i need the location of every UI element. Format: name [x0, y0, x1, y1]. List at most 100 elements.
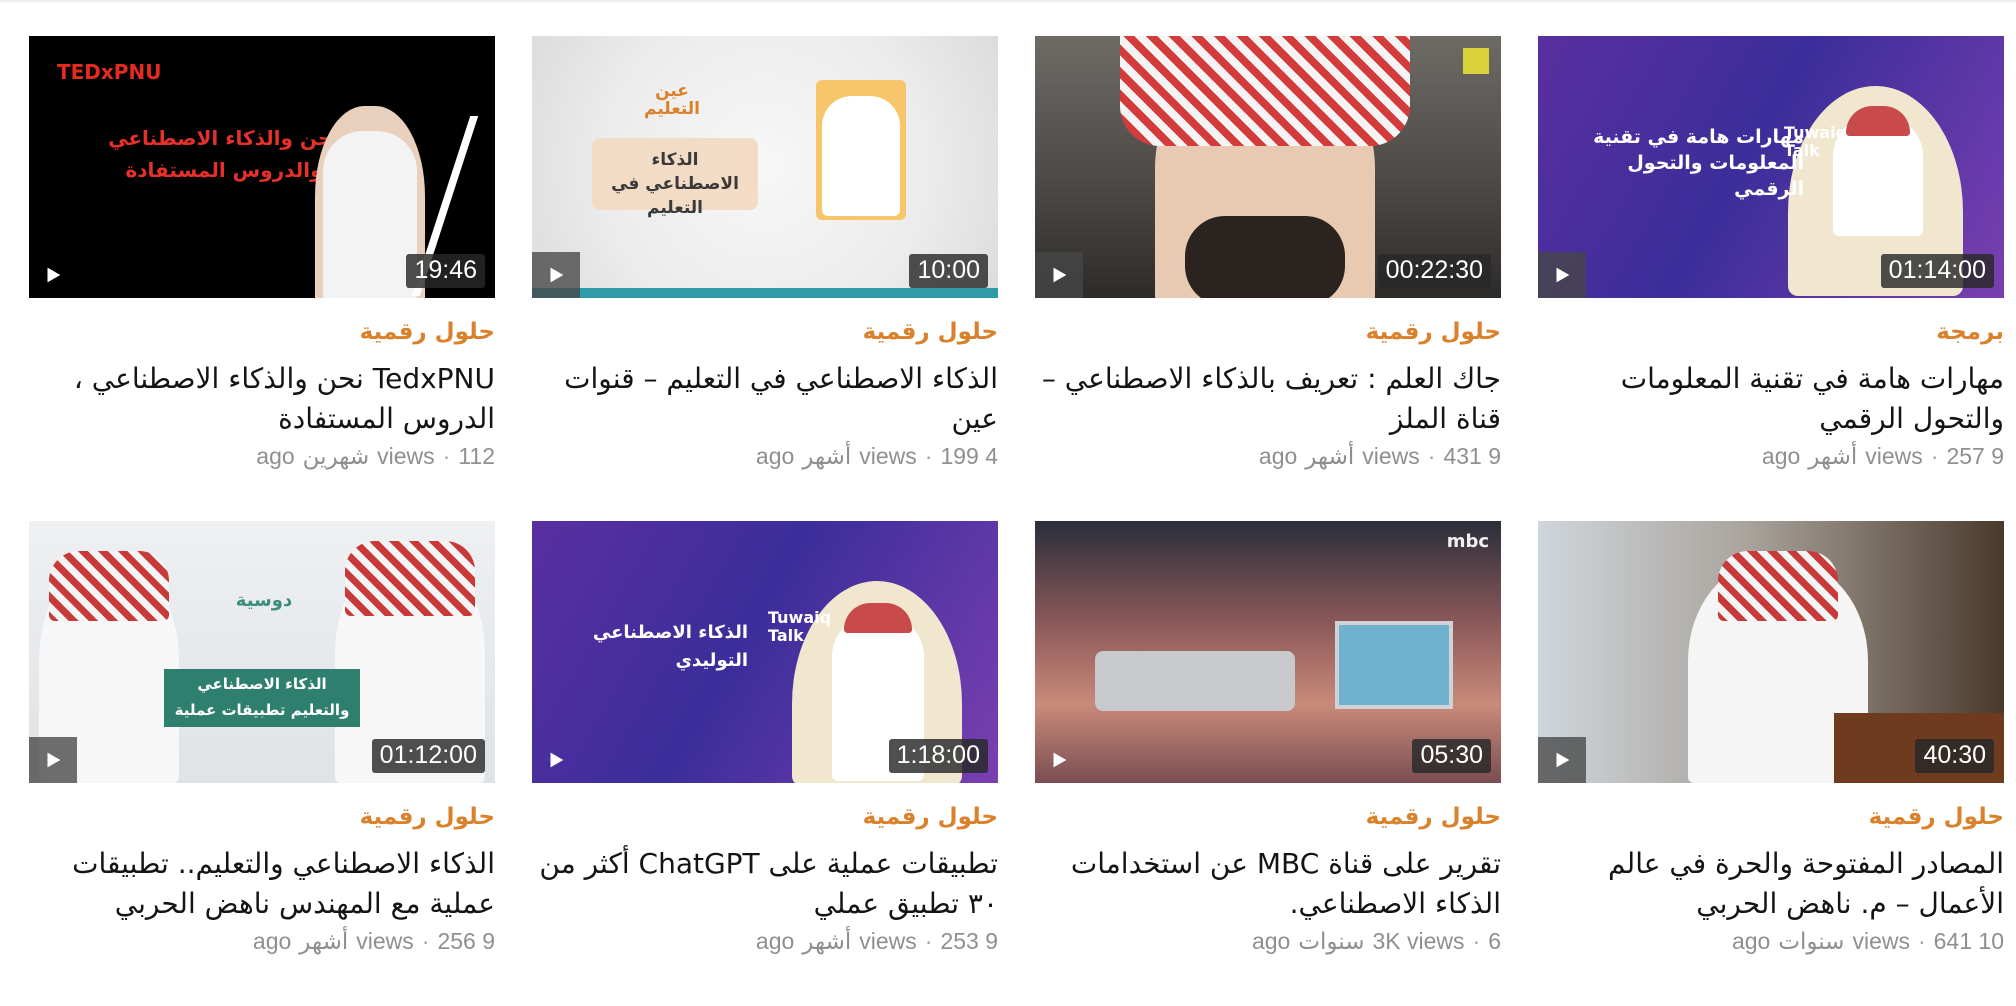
video-thumbnail[interactable]: 00:22:30	[1035, 36, 1501, 298]
video-card[interactable]: 40:30 حلول رقمية المصادر المفتوحة والحرة…	[1538, 521, 2004, 1006]
play-icon	[47, 752, 61, 768]
category-link[interactable]: حلول رقمية	[29, 319, 495, 353]
views-label: views	[859, 928, 917, 954]
video-meta: 9 431 · views أشهر ago	[1035, 443, 1501, 470]
view-count: 9 256	[437, 928, 495, 954]
ago-label: ago	[1251, 928, 1291, 954]
view-count: 9 431	[1443, 443, 1501, 469]
ago-label: ago	[252, 928, 292, 954]
studio-screen	[1335, 621, 1453, 709]
duration-badge: 01:14:00	[1880, 254, 1994, 288]
bottom-strip	[532, 288, 998, 298]
views-label: views	[859, 443, 917, 469]
play-button[interactable]	[1035, 252, 1083, 298]
play-icon	[1556, 752, 1570, 768]
video-thumbnail[interactable]: الذكاء الاصطناعي التوليدي Tuwaiq Talk 1:…	[532, 521, 998, 783]
video-card[interactable]: مهارات هامة في تقنية المعلومات والتحول ا…	[1538, 36, 2004, 521]
play-icon	[1556, 267, 1570, 283]
meta-separator: ·	[1472, 928, 1481, 954]
category-link[interactable]: حلول رقمية	[1538, 804, 2004, 838]
video-title[interactable]: مهارات هامة في تقنية المعلومات والتحول ا…	[1538, 359, 2004, 439]
thumb-headline: الذكاء الاصطناعي والتعليم تطبيقات عملية	[174, 675, 350, 719]
views-label: 3K views	[1372, 928, 1465, 954]
video-title[interactable]: تطبيقات عملية على ChatGPT أكثر من ٣٠ تطب…	[532, 844, 998, 924]
video-meta: 9 253 · views أشهر ago	[532, 928, 998, 955]
category-link[interactable]: برمجة	[1538, 319, 2004, 353]
play-button[interactable]	[29, 252, 77, 298]
play-icon	[1053, 752, 1067, 768]
view-count: 112	[458, 443, 495, 469]
duration-badge: 00:22:30	[1377, 254, 1491, 288]
video-thumbnail[interactable]: 40:30	[1538, 521, 2004, 783]
speaker-headwear	[1120, 36, 1410, 146]
video-card[interactable]: 00:22:30 حلول رقمية جاك العلم : تعريف با…	[1035, 36, 1501, 521]
video-meta: 9 256 · views أشهر ago	[29, 928, 495, 955]
age-label: أشهر	[802, 443, 852, 469]
views-label: views	[377, 443, 435, 469]
thumb-brand: Tuwaiq Talk	[768, 608, 832, 645]
age-label: أشهر	[1305, 443, 1355, 469]
view-count: 6	[1488, 928, 1501, 954]
category-link[interactable]: حلول رقمية	[532, 804, 998, 838]
speaker-beard	[1185, 216, 1345, 298]
video-title[interactable]: جاك العلم : تعريف بالذكاء الاصطناعي – قن…	[1035, 359, 1501, 439]
thumb-brand: TEDxPNU	[57, 60, 162, 84]
view-count: 10 641	[1933, 928, 2004, 954]
duration-badge: 01:12:00	[371, 739, 485, 773]
play-button[interactable]	[532, 737, 580, 783]
video-title[interactable]: الذكاء الاصطناعي والتعليم.. تطبيقات عملي…	[29, 844, 495, 924]
video-thumbnail[interactable]: mbc 05:30	[1035, 521, 1501, 783]
video-thumbnail[interactable]: الذكاء الاصطناعي والتعليم تطبيقات عملية …	[29, 521, 495, 783]
category-link[interactable]: حلول رقمية	[1035, 804, 1501, 838]
play-icon	[47, 267, 61, 283]
video-thumbnail[interactable]: TEDxPNU نحن والذكاء الاصطناعي والدروس ال…	[29, 36, 495, 298]
meta-separator: ·	[1427, 443, 1436, 469]
speaker-left-headwear	[49, 551, 169, 621]
thumb-headline: الذكاء الاصطناعي التوليدي	[592, 622, 748, 671]
video-meta: 112 · views شهرين ago	[29, 443, 495, 470]
video-card[interactable]: TEDxPNU نحن والذكاء الاصطناعي والدروس ال…	[29, 36, 495, 521]
thumb-brand: دوسية	[235, 590, 293, 611]
video-card[interactable]: الذكاء الاصطناعي والتعليم تطبيقات عملية …	[29, 521, 495, 1006]
duration-badge: 05:30	[1412, 739, 1491, 773]
duration-badge: 1:18:00	[888, 739, 988, 773]
video-meta: 4 199 · views أشهر ago	[532, 443, 998, 470]
video-grid: مهارات هامة في تقنية المعلومات والتحول ا…	[29, 36, 2004, 1006]
duration-badge: 10:00	[909, 254, 988, 288]
age-label: شهرين	[302, 443, 370, 469]
play-button[interactable]	[29, 737, 77, 783]
play-button[interactable]	[1538, 737, 1586, 783]
category-link[interactable]: حلول رقمية	[29, 804, 495, 838]
studio-desk	[1095, 651, 1295, 711]
video-title[interactable]: TedxPNU نحن والذكاء الاصطناعي ، الدروس ا…	[29, 359, 495, 439]
video-card[interactable]: الذكاء الاصطناعي في التعليم عين التعليم …	[532, 36, 998, 521]
play-button[interactable]	[1035, 737, 1083, 783]
view-count: 9 257	[1946, 443, 2004, 469]
views-label: views	[1362, 443, 1420, 469]
video-card[interactable]: الذكاء الاصطناعي التوليدي Tuwaiq Talk 1:…	[532, 521, 998, 1006]
category-link[interactable]: حلول رقمية	[532, 319, 998, 353]
view-count: 4 199	[940, 443, 998, 469]
play-button[interactable]	[532, 252, 580, 298]
play-button[interactable]	[1538, 252, 1586, 298]
video-title[interactable]: الذكاء الاصطناعي في التعليم – قنوات عين	[532, 359, 998, 439]
meta-separator: ·	[924, 928, 933, 954]
duration-badge: 40:30	[1915, 739, 1994, 773]
video-meta: 9 257 · views أشهر ago	[1538, 443, 2004, 470]
video-thumbnail[interactable]: مهارات هامة في تقنية المعلومات والتحول ا…	[1538, 36, 2004, 298]
thumb-headline: الذكاء الاصطناعي في التعليم	[611, 150, 739, 218]
age-label: أشهر	[299, 928, 349, 954]
ago-label: ago	[1761, 443, 1801, 469]
video-card[interactable]: mbc 05:30 حلول رقمية تقرير على قناة MBC …	[1035, 521, 1501, 1006]
video-meta: 6 · 3K views سنوات ago	[1035, 928, 1501, 955]
video-title[interactable]: تقرير على قناة MBC عن استخدامات الذكاء ا…	[1035, 844, 1501, 924]
views-label: views	[1852, 928, 1910, 954]
video-meta: 10 641 · views سنوات ago	[1538, 928, 2004, 955]
age-label: أشهر	[802, 928, 852, 954]
video-thumbnail[interactable]: الذكاء الاصطناعي في التعليم عين التعليم …	[532, 36, 998, 298]
speaker-figure	[323, 131, 417, 298]
category-link[interactable]: حلول رقمية	[1035, 319, 1501, 353]
view-count: 9 253	[940, 928, 998, 954]
play-icon	[1053, 267, 1067, 283]
video-title[interactable]: المصادر المفتوحة والحرة في عالم الأعمال …	[1538, 844, 2004, 924]
